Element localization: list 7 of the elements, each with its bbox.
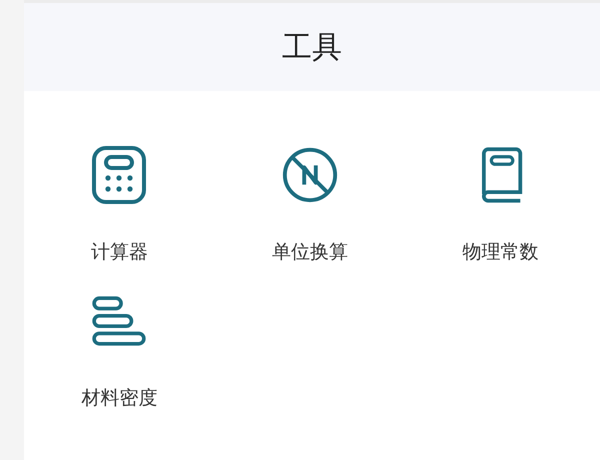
- calculator-icon[interactable]: [90, 145, 148, 205]
- page-title: 工具: [282, 28, 342, 66]
- tool-label[interactable]: 物理常数: [462, 239, 539, 265]
- tool-label[interactable]: 计算器: [90, 239, 148, 265]
- tool-label[interactable]: 材料密度: [81, 385, 158, 411]
- tool-label[interactable]: 单位换算: [272, 239, 348, 265]
- prohibited-n-icon[interactable]: [280, 145, 339, 205]
